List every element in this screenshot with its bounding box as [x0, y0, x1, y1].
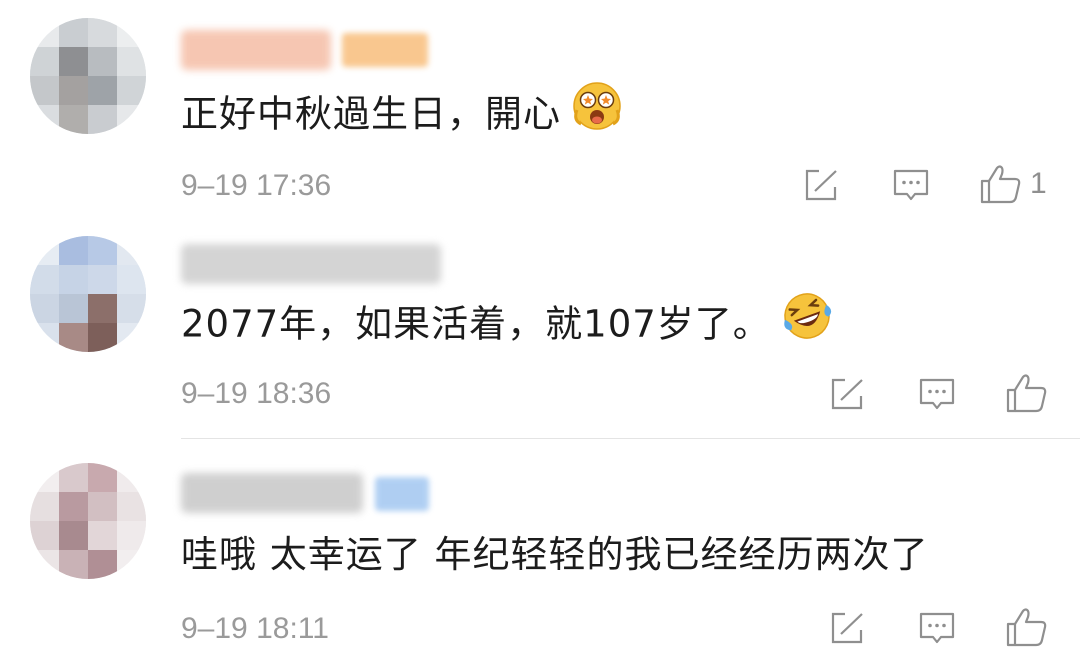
grinning-emoji: [571, 80, 623, 144]
thumbs-up-icon: [980, 165, 1021, 204]
comment-text: 2077年，如果活着，就107岁了。: [181, 293, 833, 354]
comment-text: 哇哦 太幸运了 年纪轻轻的我已经经历两次了: [181, 533, 929, 576]
like-count: 1: [1030, 167, 1047, 200]
share-icon: [831, 378, 863, 410]
like-button[interactable]: [1006, 607, 1048, 647]
username-blurred[interactable]: [181, 473, 363, 513]
comment-item: 2077年，如果活着，就107岁了。 9–19 18:36: [0, 220, 1080, 438]
comment-text: 正好中秋過生日，開心: [181, 82, 623, 144]
timestamp: 9–19 18:11: [181, 612, 329, 645]
username-blurred[interactable]: [181, 244, 441, 284]
user-badge: [342, 33, 428, 67]
avatar[interactable]: [30, 236, 146, 352]
timestamp: 9–19 17:36: [181, 169, 332, 202]
comment-icon: [893, 169, 929, 201]
username-blurred[interactable]: [181, 30, 331, 70]
share-button[interactable]: [804, 168, 840, 202]
laughing-tears-emoji: [781, 290, 833, 354]
like-button[interactable]: 1: [980, 164, 1047, 204]
share-icon: [831, 612, 863, 644]
share-button[interactable]: [830, 377, 866, 411]
comment-item: 哇哦 太幸运了 年纪轻轻的我已经经历两次了 9–19 18:11: [0, 439, 1080, 665]
comment-icon: [919, 612, 955, 644]
reply-button[interactable]: [919, 611, 955, 647]
avatar[interactable]: [30, 463, 146, 579]
comment-item: 正好中秋過生日，開心 9–19 17:36 1: [0, 0, 1080, 220]
share-button[interactable]: [830, 611, 866, 645]
reply-button[interactable]: [893, 168, 929, 204]
timestamp: 9–19 18:36: [181, 377, 332, 410]
reply-button[interactable]: [919, 377, 955, 413]
thumbs-up-icon: [1006, 374, 1047, 413]
share-icon: [805, 169, 837, 201]
avatar[interactable]: [30, 18, 146, 134]
thumbs-up-icon: [1006, 608, 1047, 647]
like-button[interactable]: [1006, 373, 1048, 413]
comment-icon: [919, 378, 955, 410]
user-badge: [375, 477, 429, 511]
